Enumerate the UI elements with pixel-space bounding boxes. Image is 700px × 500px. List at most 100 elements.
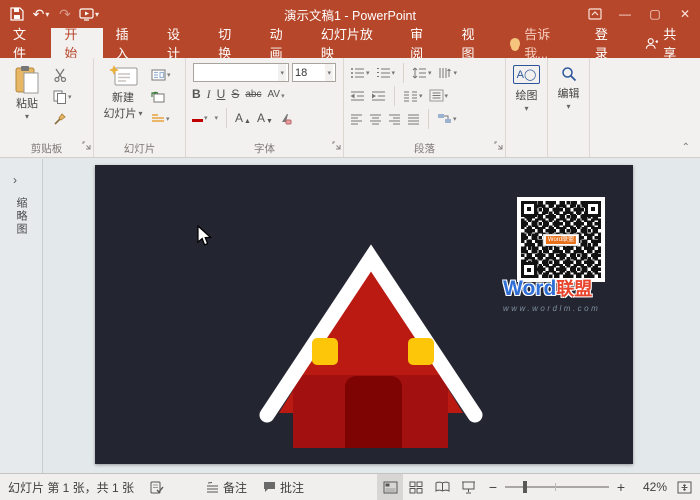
save-icon[interactable] <box>6 2 28 26</box>
tab-view[interactable]: 视图 <box>448 28 499 58</box>
editing-label: 编辑 <box>558 85 580 101</box>
new-slide-icon <box>108 65 138 89</box>
slide-sorter-view-button[interactable] <box>403 474 429 500</box>
line-spacing-button[interactable]: ▾ <box>412 64 432 82</box>
fit-slide-to-window-button[interactable] <box>673 481 700 494</box>
drawing-button[interactable]: A◯ 绘图 ▾ <box>509 61 544 141</box>
columns-button[interactable]: ▾ <box>403 87 423 105</box>
bullets-dropdown-icon[interactable]: ▾ <box>366 69 370 77</box>
drawing-dropdown-icon[interactable]: ▾ <box>524 104 528 113</box>
align-right-button[interactable] <box>388 110 401 128</box>
smartart-dropdown-icon[interactable]: ▾ <box>453 115 457 123</box>
font-dialog-launcher-icon[interactable] <box>332 137 341 155</box>
columns-dropdown-icon[interactable]: ▾ <box>419 92 423 100</box>
undo-button[interactable]: ↶ ▾ <box>30 2 52 26</box>
new-slide-button[interactable]: 新建 幻灯片 ▾ <box>97 61 149 141</box>
increase-indent-button[interactable] <box>371 87 386 105</box>
tab-insert[interactable]: 插入 <box>103 28 154 58</box>
share-button[interactable]: 共享 <box>633 24 700 62</box>
bullets-button[interactable]: ▾ <box>350 64 370 82</box>
start-slideshow-button[interactable]: ▾ <box>78 2 100 26</box>
slide-number-indicator[interactable]: 幻灯片 第 1 张，共 1 张 <box>0 474 142 500</box>
font-name-dropdown-icon[interactable]: ▾ <box>278 64 286 81</box>
align-text-icon <box>429 89 444 102</box>
text-direction-button[interactable]: ▾ <box>438 64 458 82</box>
paste-button[interactable]: 粘贴 ▾ <box>3 61 51 141</box>
expand-pane-icon[interactable]: › <box>13 173 17 187</box>
bold-button[interactable]: B <box>192 87 201 101</box>
collapse-ribbon-icon[interactable]: ⌃ <box>682 142 690 153</box>
justify-button[interactable] <box>407 110 420 128</box>
copy-dropdown-icon[interactable]: ▾ <box>68 93 72 101</box>
comments-toggle[interactable]: 批注 <box>255 474 312 500</box>
tab-design[interactable]: 设计 <box>154 28 205 58</box>
tab-slideshow[interactable]: 幻灯片放映 <box>308 28 397 58</box>
shrink-font-glyph: A <box>257 111 265 125</box>
reset-slide-button[interactable] <box>151 88 171 106</box>
change-case-button[interactable]: ▾ <box>214 114 219 122</box>
line-spacing-dropdown-icon[interactable]: ▾ <box>428 69 432 77</box>
spell-check-button[interactable] <box>142 474 172 500</box>
qat-customize-icon[interactable]: ▾ <box>95 10 99 19</box>
clipboard-dialog-launcher-icon[interactable] <box>82 137 91 155</box>
change-case-dropdown-icon[interactable]: ▾ <box>215 114 219 122</box>
font-size-dropdown-icon[interactable]: ▾ <box>325 64 333 81</box>
tell-me-label: 告诉我... <box>524 24 572 62</box>
text-direction-dropdown-icon[interactable]: ▾ <box>454 69 458 77</box>
reading-view-button[interactable] <box>429 474 455 500</box>
character-spacing-dropdown-icon[interactable]: ▾ <box>281 92 285 100</box>
italic-button[interactable]: I <box>207 87 211 102</box>
editing-button[interactable]: 编辑 ▾ <box>551 61 586 141</box>
tab-file[interactable]: 文件 <box>0 28 51 58</box>
section-dropdown-icon[interactable]: ▾ <box>166 115 170 123</box>
thumbnail-pane-collapsed[interactable]: › 缩略图 <box>0 159 43 473</box>
sign-in-button[interactable]: 登录 <box>582 24 633 62</box>
decrease-indent-button[interactable] <box>350 87 365 105</box>
text-shadow-button[interactable]: abc <box>245 89 261 100</box>
house-window-left <box>312 338 338 365</box>
paste-dropdown-icon[interactable]: ▾ <box>25 112 29 121</box>
underline-button[interactable]: U <box>217 87 226 101</box>
strikethrough-button[interactable]: S <box>231 87 239 101</box>
zoom-in-button[interactable]: + <box>615 479 627 495</box>
slide-layout-button[interactable]: ▾ <box>151 66 171 84</box>
paragraph-dialog-launcher-icon[interactable] <box>494 137 503 155</box>
undo-dropdown-icon[interactable]: ▾ <box>45 10 49 19</box>
convert-smartart-button[interactable]: ▾ <box>437 110 457 128</box>
add-section-button[interactable]: ▾ <box>151 110 171 128</box>
format-painter-button[interactable] <box>53 110 72 128</box>
normal-view-button[interactable] <box>377 474 403 500</box>
numbering-dropdown-icon[interactable]: ▾ <box>392 69 396 77</box>
font-name-combo[interactable]: ▾ <box>193 63 289 82</box>
zoom-slider[interactable] <box>505 486 609 488</box>
slide-sorter-icon <box>409 481 423 494</box>
redo-button[interactable]: ↷ <box>54 2 76 26</box>
align-left-button[interactable] <box>350 110 363 128</box>
tab-transitions[interactable]: 切换 <box>205 28 256 58</box>
editing-dropdown-icon[interactable]: ▾ <box>566 102 570 111</box>
clear-formatting-button[interactable] <box>279 112 292 125</box>
align-center-button[interactable] <box>369 110 382 128</box>
grow-font-button[interactable]: A▲ <box>235 111 251 125</box>
tab-review[interactable]: 审阅 <box>397 28 448 58</box>
font-color-button[interactable]: ▾ <box>192 114 208 122</box>
numbering-button[interactable]: ▾ <box>376 64 396 82</box>
tab-home[interactable]: 开始 <box>51 28 102 58</box>
cut-button[interactable] <box>53 66 72 84</box>
align-text-button[interactable]: ▾ <box>429 87 449 105</box>
character-spacing-button[interactable]: AV ▾ <box>267 89 284 100</box>
align-text-dropdown-icon[interactable]: ▾ <box>445 92 449 100</box>
shrink-font-button[interactable]: A▼ <box>257 111 273 125</box>
zoom-out-button[interactable]: − <box>487 479 499 495</box>
notes-toggle[interactable]: 备注 <box>198 474 255 500</box>
font-color-dropdown-icon[interactable]: ▾ <box>204 114 208 122</box>
copy-button[interactable]: ▾ <box>53 88 72 106</box>
layout-dropdown-icon[interactable]: ▾ <box>167 71 171 79</box>
zoom-percentage[interactable]: 42% <box>633 480 667 494</box>
new-slide-dropdown-icon[interactable]: ▾ <box>138 109 142 118</box>
font-size-combo[interactable]: 18 ▾ <box>292 63 336 82</box>
tell-me-box[interactable]: 告诉我... <box>500 24 582 62</box>
slideshow-view-button[interactable] <box>455 474 481 500</box>
tab-animations[interactable]: 动画 <box>257 28 308 58</box>
zoom-slider-thumb[interactable] <box>523 481 527 493</box>
